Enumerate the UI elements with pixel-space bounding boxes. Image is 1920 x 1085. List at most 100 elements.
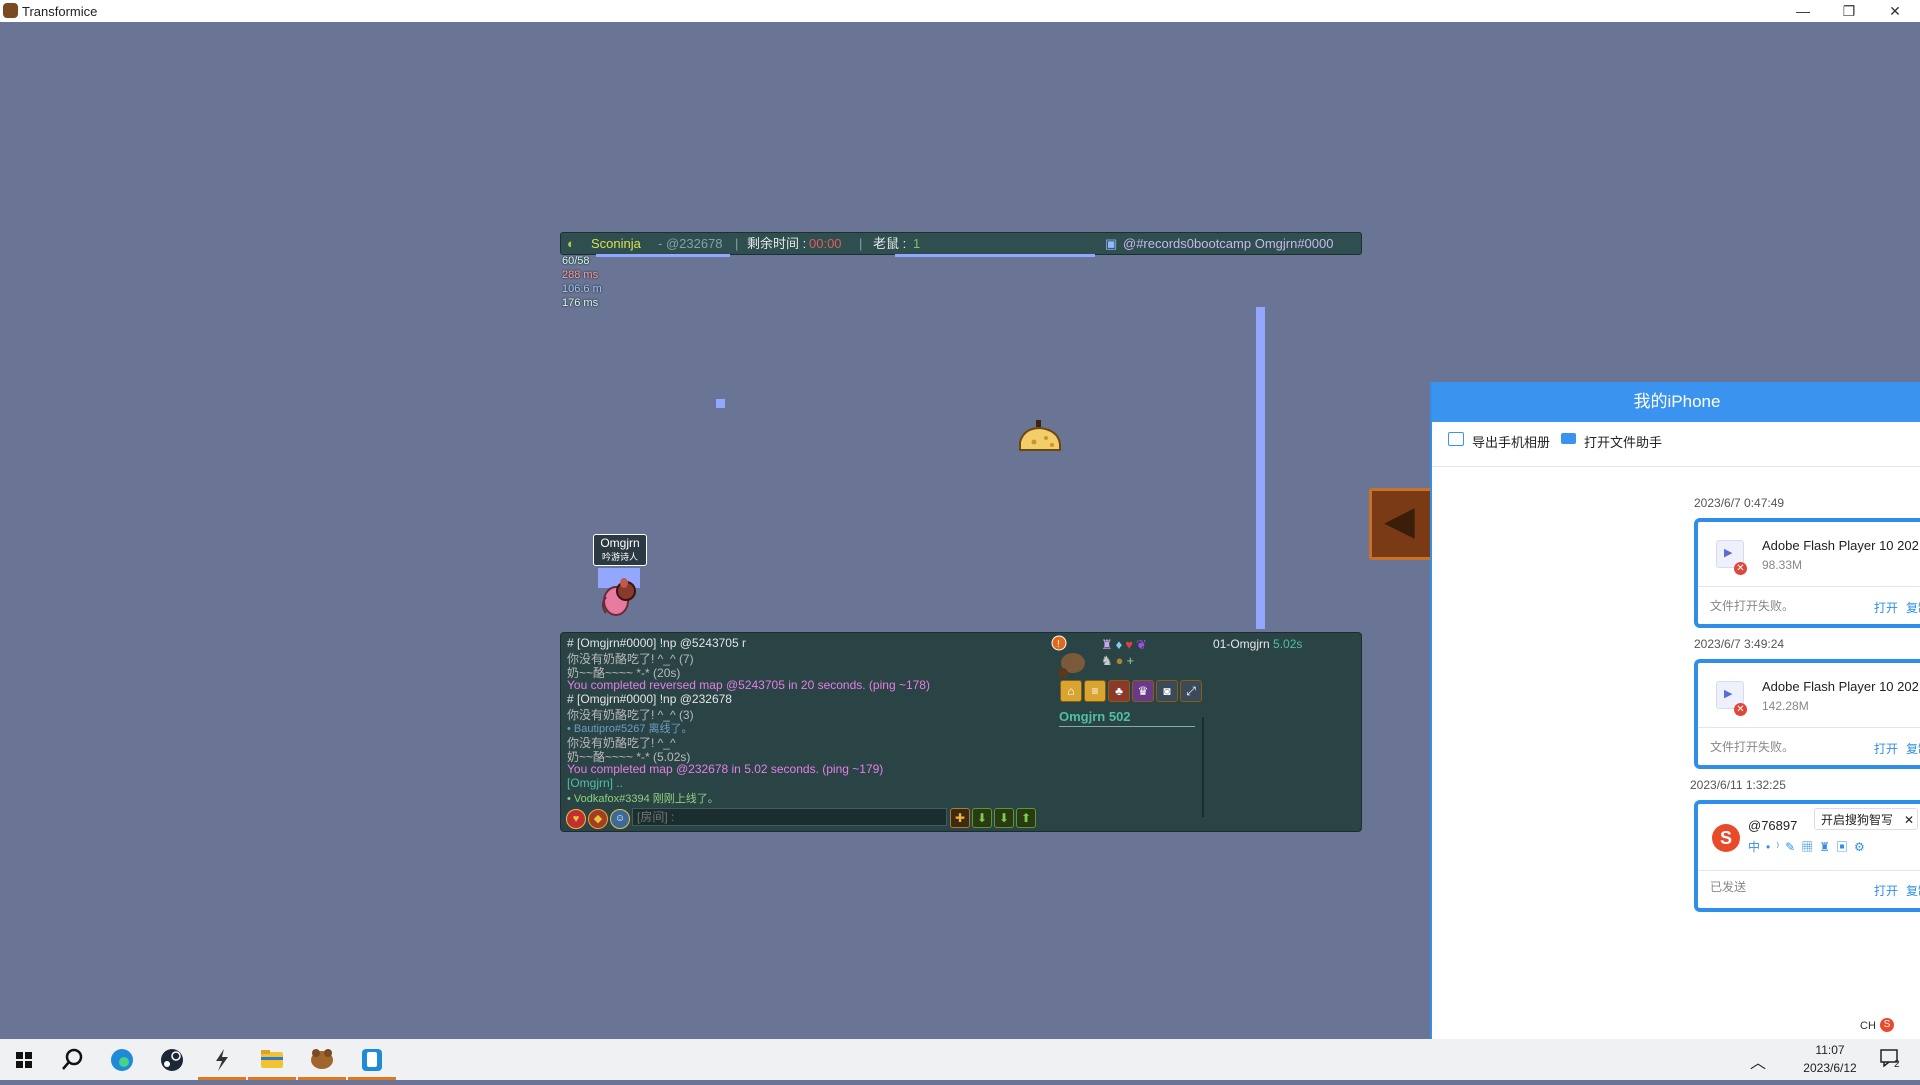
chat-input[interactable] [632, 808, 947, 826]
sogou-ime-icon: S [1712, 824, 1740, 852]
player-portrait[interactable]: ! [1051, 635, 1087, 679]
phone-assistant-icon[interactable] [348, 1039, 396, 1080]
file-status: 文件打开失败。 [1710, 740, 1795, 754]
iphone-panel-title: 我的iPhone [1432, 382, 1920, 422]
ime-tooltip[interactable]: 开启搜狗智写 ✕ [1814, 808, 1918, 830]
restore-button[interactable]: ❐ [1826, 1, 1872, 21]
file-size: 142.28M [1762, 699, 1809, 713]
shaman-item-icon: ♜ [1101, 637, 1116, 652]
chat-line: You completed reversed map @5243705 in 2… [567, 678, 930, 692]
shield-button[interactable]: ◆ [588, 809, 608, 829]
chat-line: • Vodkafox#3394 刚刚上线了。 [567, 790, 719, 806]
chat-panel: # [Omgjrn#0000] !np @5243705 r 你没有奶酪吃了! … [560, 632, 1362, 832]
divider [1698, 870, 1920, 871]
hud-room-info[interactable]: @#records0bootcamp Omgjrn#0000 [1123, 233, 1333, 254]
windows-start-icon[interactable] [0, 1039, 48, 1080]
list-icon[interactable]: ≡ [1084, 680, 1106, 702]
player-title: 吟游诗人 [601, 552, 638, 562]
chat-line: You completed map @232678 in 5.02 second… [567, 762, 883, 776]
minimize-button[interactable]: — [1780, 1, 1826, 21]
app-bolt-icon[interactable] [198, 1039, 246, 1080]
file-message-card[interactable]: ✕ Adobe Flash Player 10 202... 142.28M 文… [1694, 659, 1920, 769]
notification-count: 2 [1894, 1059, 1900, 1070]
hud-map-code[interactable]: - @232678 [658, 233, 723, 254]
copy-link[interactable]: 复制 [1906, 599, 1920, 616]
clock-time[interactable]: 11:07 [1800, 1043, 1860, 1057]
file-size: 98.33M [1762, 558, 1803, 572]
open-file-helper-button[interactable]: 打开文件助手 [1584, 432, 1662, 451]
file-name: @76897 [1748, 818, 1798, 833]
svg-text:!: ! [1057, 639, 1060, 650]
hud-mice-label: 老鼠 : [873, 236, 907, 251]
search-icon[interactable] [48, 1039, 96, 1080]
edge-browser-icon[interactable] [98, 1039, 146, 1080]
close-icon[interactable]: ✕ [1904, 809, 1914, 831]
chevron-up-icon[interactable]: ︿ [1750, 1049, 1766, 1073]
open-link[interactable]: 打开 [1874, 599, 1898, 616]
file-name: Adobe Flash Player 10 202... [1762, 679, 1920, 694]
platform-ceiling [895, 254, 1095, 257]
chat-text: # [Omgjrn#0000] !np @5243705 r [567, 636, 746, 650]
ime-tooltip-text: 开启搜狗智写 [1821, 813, 1894, 827]
fullscreen-icon[interactable]: ⤢ [1180, 680, 1202, 702]
platform-ceiling [596, 254, 730, 257]
transformice-app-icon [3, 3, 18, 18]
scrollbar[interactable] [1202, 717, 1204, 817]
emote-button[interactable]: ☺ [610, 809, 630, 829]
window-title: Transformice [22, 4, 98, 19]
message-time: 2023/6/7 3:49:24 [1694, 637, 1785, 651]
chat-text: You completed reversed map @5243705 in 2… [567, 678, 930, 692]
mouse-menu-icon[interactable]: ♣ [1108, 680, 1130, 702]
hud-time-label: 剩余时间 : [747, 236, 807, 251]
window-titlebar: Transformice — ❐ ✕ [0, 0, 1920, 22]
copy-link[interactable]: 复制 [1906, 882, 1920, 899]
file-message-card[interactable]: ✕ Adobe Flash Player 10 202... 98.33M 文件… [1694, 518, 1920, 628]
hud-mice-value: 1 [913, 236, 921, 251]
ime-toolbar[interactable]: 中•⁾✎▦♜▣⚙ [1748, 838, 1871, 855]
player-nametag: Omgjrn 吟游诗人 [593, 534, 647, 566]
scoreboard-entry: 01-Omgjrn 5.02s [1213, 637, 1302, 651]
small-platform [716, 399, 725, 408]
error-icon: ✕ [1734, 562, 1747, 575]
close-button[interactable]: ✕ [1872, 1, 1918, 21]
error-icon: ✕ [1734, 703, 1747, 716]
divider [1698, 727, 1920, 728]
plus-icon: + [1126, 653, 1138, 668]
open-link[interactable]: 打开 [1874, 882, 1898, 899]
inventory-items[interactable]: ♜♦♥❦ ♞●+ [1101, 637, 1201, 673]
player-score: Omgjrn 502 [1059, 709, 1195, 727]
plus-button[interactable]: ✚ [950, 808, 970, 828]
copy-link[interactable]: 复制 [1906, 740, 1920, 757]
transformice-taskbar-icon[interactable] [298, 1039, 346, 1080]
steam-icon[interactable] [148, 1039, 196, 1080]
taskbar: ︿ 11:07 2023/6/12 2 [0, 1039, 1920, 1080]
hud-sep: | [859, 236, 863, 251]
export-album-button[interactable]: 导出手机相册 [1472, 432, 1550, 451]
heart-button[interactable]: ♥ [566, 809, 586, 829]
file-status: 文件打开失败。 [1710, 599, 1795, 613]
clock-date[interactable]: 2023/6/12 [1800, 1061, 1860, 1075]
iphone-file-panel: 我的iPhone 导出手机相册 打开文件助手 2023/6/7 0:47:49 … [1430, 382, 1920, 1040]
drop-icon: ♦ [1115, 637, 1126, 652]
arrow-up-icon[interactable]: ⬆ [1016, 808, 1036, 828]
item-icon: ● [1115, 653, 1127, 668]
arrow-left-icon: ◀ [1384, 499, 1415, 543]
discord-icon[interactable]: ◙ [1156, 680, 1178, 702]
game-hud-bar: ◐ Sconinja - @232678 | 剩余时间 : 00:00 | 老鼠… [560, 232, 1362, 255]
tribe-icon[interactable]: ♛ [1132, 680, 1154, 702]
ime-language-indicator[interactable]: CH [1860, 1020, 1876, 1032]
ping-readout: 288 ms [562, 269, 599, 281]
chat-text: # [Omgjrn#0000] !np @232678 [567, 692, 732, 706]
open-link[interactable]: 打开 [1874, 740, 1898, 757]
divider [1698, 586, 1920, 587]
mouse-avatar [598, 575, 640, 619]
sogou-tray-icon[interactable]: S [1880, 1018, 1894, 1032]
file-message-card[interactable]: S @76897 开启搜狗智写 ✕ 中•⁾✎▦♜▣⚙ 已发送 打开 复制 [1694, 800, 1920, 912]
file-explorer-icon[interactable] [248, 1039, 296, 1080]
hud-sep: | [735, 236, 739, 251]
house-icon[interactable]: ⌂ [1060, 680, 1082, 702]
arrow-down-icon[interactable]: ⬇ [972, 808, 992, 828]
chat-text: [Omgjrn] .. [567, 776, 624, 790]
hud-player-name[interactable]: Sconinja [591, 233, 641, 254]
arrow-down-icon[interactable]: ⬇ [994, 808, 1014, 828]
